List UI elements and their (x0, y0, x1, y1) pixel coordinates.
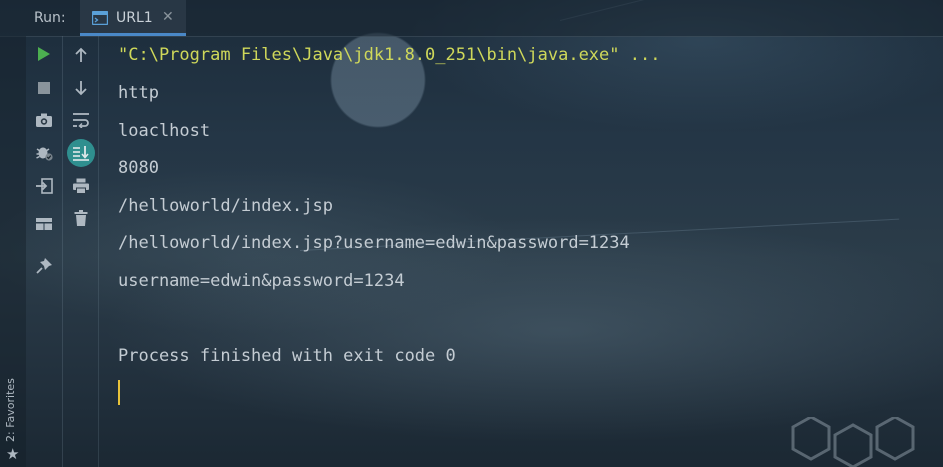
toolbar-divider (98, 36, 99, 467)
console-line: http (118, 83, 159, 103)
down-arrow-icon[interactable] (69, 76, 93, 100)
soft-wrap-icon[interactable] (69, 108, 93, 132)
stop-icon[interactable] (32, 76, 56, 100)
trash-icon[interactable] (69, 206, 93, 230)
scroll-to-end-icon[interactable] (67, 139, 95, 167)
camera-icon[interactable] (32, 108, 56, 132)
favorites-tab[interactable]: 2: Favorites (4, 378, 17, 442)
star-icon[interactable]: ★ (6, 445, 19, 463)
run-label: Run: (34, 10, 66, 26)
console-line: loaclhost (118, 121, 211, 141)
debug-bug-icon[interactable] (32, 140, 56, 164)
console-line: /helloworld/index.jsp (118, 196, 333, 216)
console-window-icon (91, 10, 109, 26)
rerun-icon[interactable] (32, 42, 56, 66)
run-toolbar-primary (26, 36, 62, 467)
run-tool-window: Run: URL1 ✕ 2: Favorites ★ "C:\Program F… (0, 0, 943, 467)
background-hexagon-pattern (791, 417, 915, 467)
close-icon[interactable]: ✕ (162, 9, 174, 25)
run-header-bar: Run: URL1 ✕ (0, 0, 943, 37)
print-icon[interactable] (69, 174, 93, 198)
console-command-line: "C:\Program Files\Java\jdk1.8.0_251\bin\… (118, 45, 661, 65)
console-line: /helloworld/index.jsp?username=edwin&pas… (118, 233, 630, 253)
exit-icon[interactable] (32, 174, 56, 198)
tab-url1[interactable]: URL1 ✕ (80, 0, 186, 36)
tab-label: URL1 (116, 10, 153, 26)
process-finished-message: Process finished with exit code 0 (118, 346, 456, 366)
text-caret (118, 380, 120, 405)
run-toolbar-secondary (62, 36, 99, 467)
console-line: 8080 (118, 158, 159, 178)
up-arrow-icon[interactable] (69, 43, 93, 67)
pin-icon[interactable] (32, 254, 56, 278)
console-line: username=edwin&password=1234 (118, 271, 405, 291)
layout-icon[interactable] (32, 212, 56, 236)
